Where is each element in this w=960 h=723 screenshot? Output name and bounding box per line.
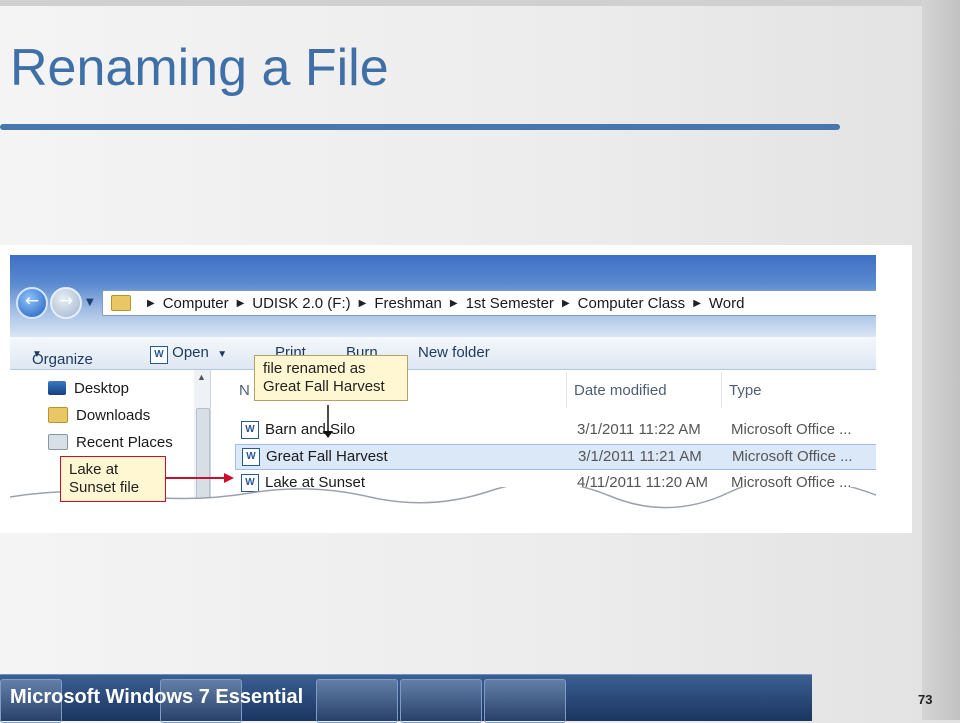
right-edge-strip (922, 0, 960, 720)
callout-file-renamed: file renamed as Great Fall Harvest (254, 355, 408, 401)
lake-arrowhead-icon (224, 473, 234, 483)
renamed-arrowhead-icon (323, 431, 333, 438)
taskbar-paint-icon[interactable] (400, 679, 482, 723)
page-number: 73 (918, 692, 933, 707)
title-underline (0, 124, 840, 130)
taskbar-solitaire-icon[interactable] (484, 679, 566, 723)
callout-line: file renamed as (263, 360, 366, 377)
callout-line: Lake at (69, 461, 119, 478)
callout-line: Great Fall Harvest (263, 378, 385, 395)
top-border (0, 0, 922, 6)
explorer-screenshot: ← → ▼ ▶ Computer ▶ UDISK 2.0 (F:) ▶ Fres… (0, 245, 912, 533)
slide-title: Renaming a File (10, 39, 389, 97)
footer-title: Microsoft Windows 7 Essential (10, 686, 304, 708)
callout-line: Sunset file (69, 479, 140, 496)
taskbar-app-icon[interactable] (316, 679, 398, 723)
callout-lake-at-sunset: Lake at Sunset file (60, 456, 166, 502)
